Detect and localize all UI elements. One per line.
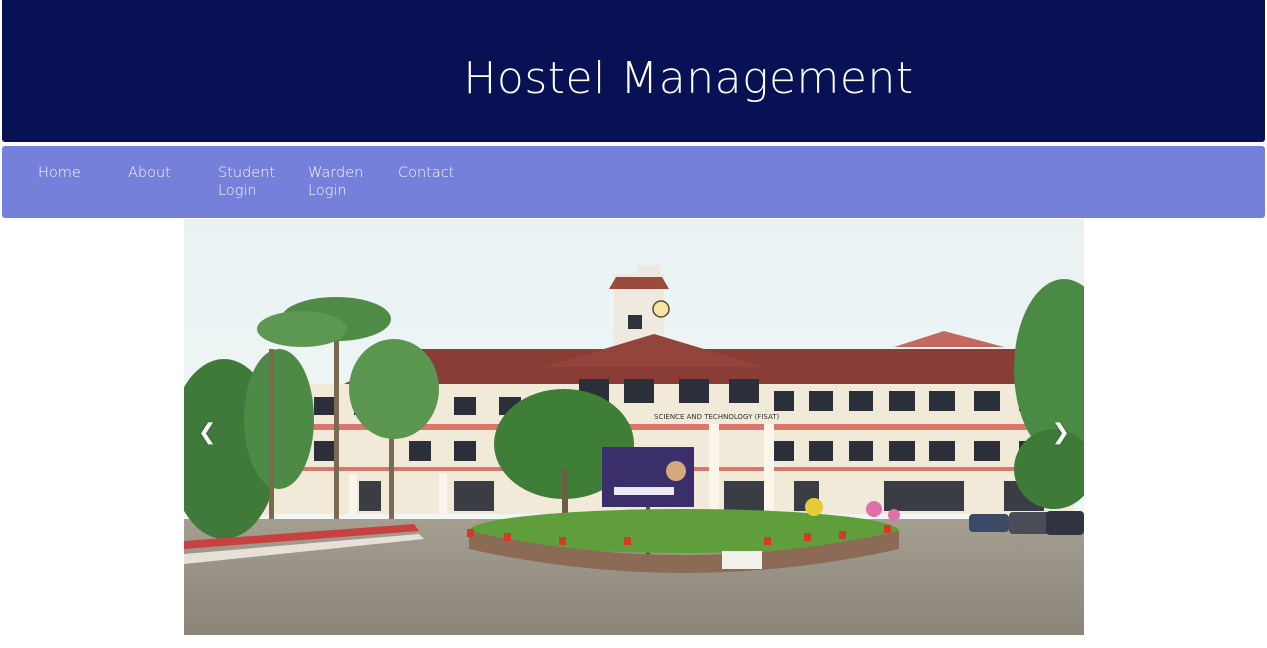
- next-slide-button[interactable]: ❯: [1052, 419, 1070, 447]
- campus-building-photo: SCIENCE AND TECHNOLOGY (FISAT): [184, 219, 1084, 635]
- nav-student-login-link[interactable]: Student Login: [218, 164, 288, 200]
- nav-about-link[interactable]: About: [128, 164, 208, 182]
- nav-bar: Home About Student Login Warden Login Co…: [2, 146, 1265, 218]
- site-header: Hostel Management: [2, 0, 1265, 142]
- image-slideshow: SCIENCE AND TECHNOLOGY (FISAT) ❮ ❯: [184, 219, 1084, 635]
- building-sign-text: SCIENCE AND TECHNOLOGY (FISAT): [654, 413, 779, 421]
- nav-contact-link[interactable]: Contact: [398, 164, 478, 182]
- page-title: Hostel Management: [463, 53, 914, 104]
- nav-home-link[interactable]: Home: [38, 164, 118, 182]
- prev-slide-button[interactable]: ❮: [198, 419, 216, 447]
- nav-warden-login-link[interactable]: Warden Login: [308, 164, 378, 200]
